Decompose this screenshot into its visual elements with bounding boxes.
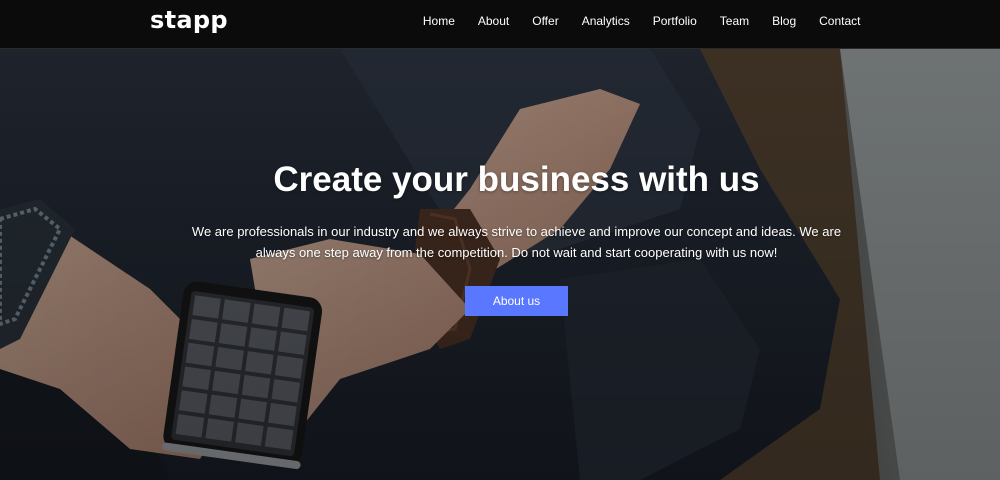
nav-link-about[interactable]: About <box>466 14 520 28</box>
nav-link-analytics[interactable]: Analytics <box>570 14 641 28</box>
about-us-button[interactable]: About us <box>465 286 568 316</box>
nav-link-offer[interactable]: Offer <box>521 14 570 28</box>
hero-section: Create your business with us We are prof… <box>0 49 1000 480</box>
nav-link-home[interactable]: Home <box>411 14 466 28</box>
navbar: stapp Home About Offer Analytics Portfol… <box>0 0 1000 49</box>
hero-description: We are professionals in our industry and… <box>191 224 842 260</box>
nav-link-blog[interactable]: Blog <box>761 14 808 28</box>
brand-logo[interactable]: stapp <box>150 6 228 34</box>
hero-content: Create your business with us We are prof… <box>0 49 1000 480</box>
main-nav: Home About Offer Analytics Portfolio Tea… <box>411 0 872 42</box>
hero-title: Create your business with us <box>273 160 760 199</box>
nav-link-contact[interactable]: Contact <box>808 14 872 28</box>
nav-link-team[interactable]: Team <box>708 14 760 28</box>
nav-link-portfolio[interactable]: Portfolio <box>641 14 708 28</box>
